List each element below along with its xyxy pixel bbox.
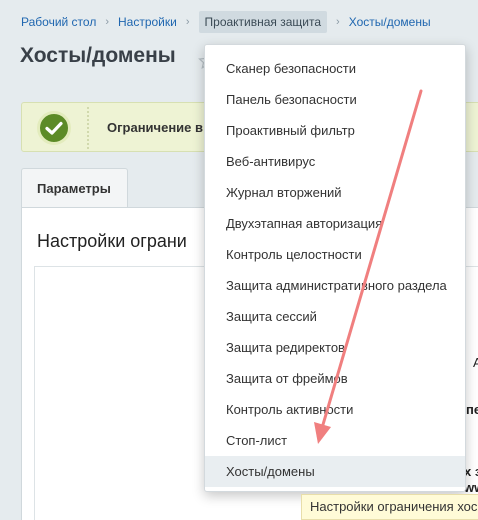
- breadcrumb-item-hosts-domains[interactable]: Хосты/домены: [349, 15, 431, 29]
- menu-item-admin-section-protection[interactable]: Защита административного раздела: [205, 270, 465, 301]
- menu-item-security-scanner[interactable]: Сканер безопасности: [205, 53, 465, 84]
- menu-item-session-protection[interactable]: Защита сессий: [205, 301, 465, 332]
- menu-item-security-panel[interactable]: Панель безопасности: [205, 84, 465, 115]
- menu-item-web-antivirus[interactable]: Веб-антивирус: [205, 146, 465, 177]
- panel-title: Настройки ограни: [37, 231, 187, 251]
- menu-item-hosts-domains[interactable]: Хосты/домены: [205, 456, 465, 487]
- breadcrumb-item-proactive-protection[interactable]: Проактивная защита: [198, 11, 328, 33]
- tooltip: Настройки ограничения хос: [301, 494, 478, 520]
- menu-item-proactive-filter[interactable]: Проактивный фильтр: [205, 115, 465, 146]
- breadcrumb-separator: ›: [185, 16, 190, 28]
- menu-item-two-step-auth[interactable]: Двухэтапная авторизация: [205, 208, 465, 239]
- menu-item-frame-protection[interactable]: Защита от фреймов: [205, 363, 465, 394]
- breadcrumb-item-desktop[interactable]: Рабочий стол: [21, 15, 96, 29]
- proactive-protection-menu: Сканер безопасности Панель безопасности …: [204, 44, 466, 492]
- clipped-text-fragment: х з: [464, 464, 478, 479]
- breadcrumb-item-settings[interactable]: Настройки: [118, 15, 177, 29]
- menu-item-activity-control[interactable]: Контроль активности: [205, 394, 465, 425]
- menu-item-integrity-control[interactable]: Контроль целостности: [205, 239, 465, 270]
- check-circle-icon: [37, 111, 71, 145]
- page-title: Хосты/домены: [20, 44, 176, 67]
- breadcrumb: Рабочий стол › Настройки › Проактивная з…: [0, 0, 478, 44]
- clipped-text-fragment: ww: [464, 480, 478, 495]
- clipped-text-fragment: пе: [466, 402, 478, 417]
- notice-divider: [87, 107, 89, 149]
- menu-item-intrusion-log[interactable]: Журнал вторжений: [205, 177, 465, 208]
- menu-item-redirect-protection[interactable]: Защита редиректов: [205, 332, 465, 363]
- clipped-text-fragment: А: [473, 355, 478, 370]
- menu-item-stop-list[interactable]: Стоп-лист: [205, 425, 465, 456]
- breadcrumb-separator: ›: [105, 16, 109, 28]
- breadcrumb-separator: ›: [336, 16, 340, 28]
- notice-text: Ограничение в: [107, 120, 203, 135]
- tab-parameters[interactable]: Параметры: [21, 168, 128, 208]
